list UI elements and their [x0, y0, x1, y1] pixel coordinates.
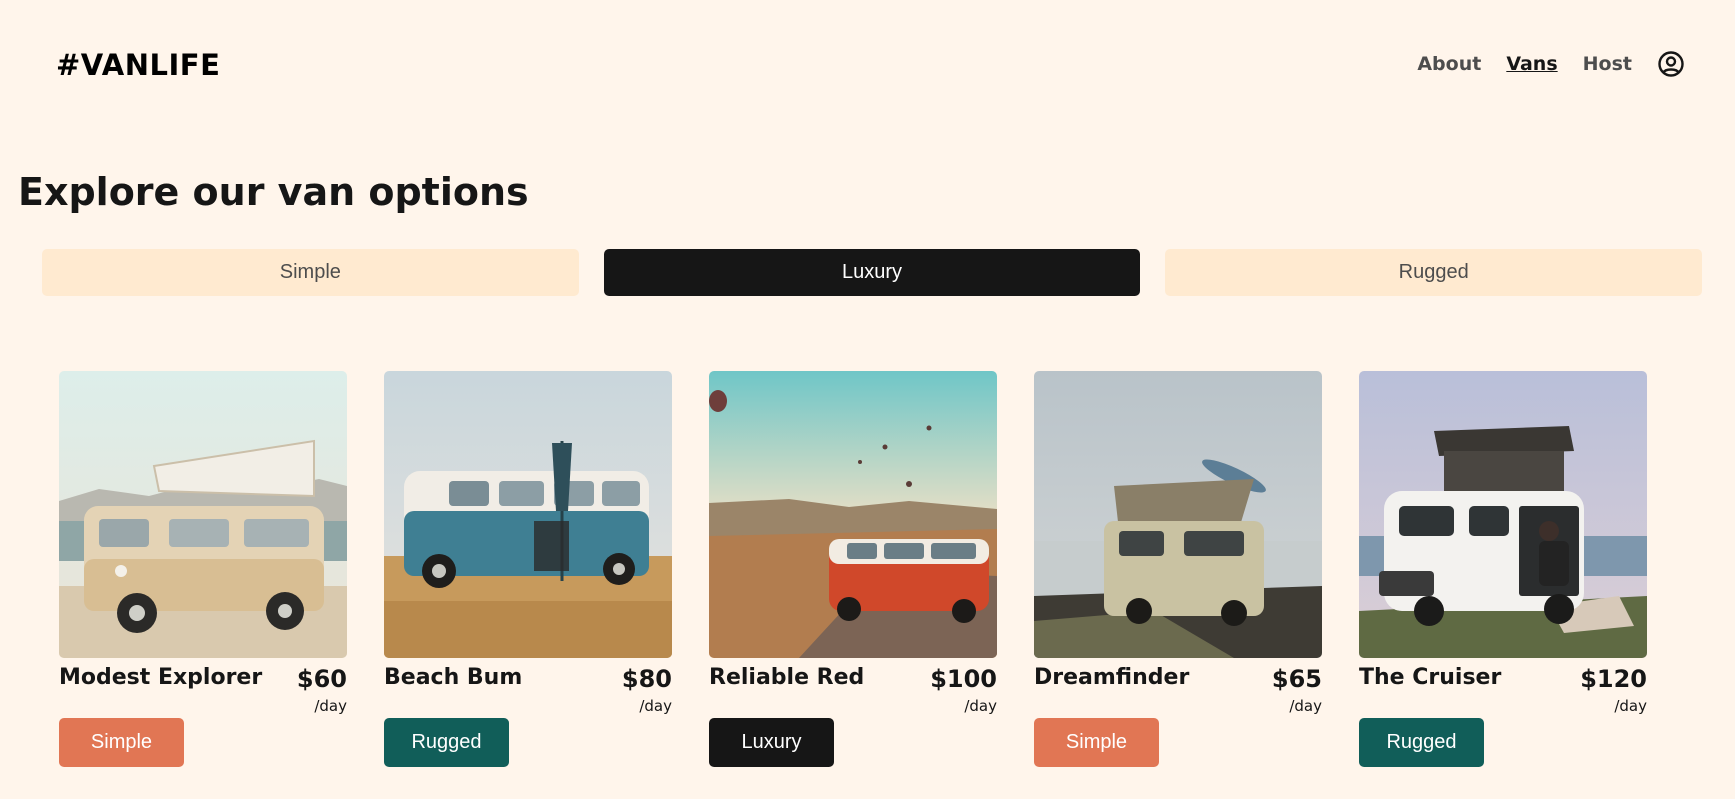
- site-header: #VANLIFE About Vans Host: [0, 0, 1735, 136]
- van-type-badge[interactable]: Simple: [59, 718, 184, 767]
- user-circle-icon: [1658, 51, 1684, 77]
- van-info: Beach Bum $80 /day: [384, 665, 672, 715]
- van-price: $100: [930, 665, 997, 693]
- filter-simple-button[interactable]: Simple: [42, 249, 579, 296]
- van-card[interactable]: Beach Bum $80 /day Rugged: [384, 371, 672, 771]
- van-price-block: $100 /day: [930, 665, 997, 715]
- van-type-badge[interactable]: Rugged: [1359, 718, 1484, 767]
- account-button[interactable]: [1657, 50, 1685, 78]
- price-unit: /day: [964, 697, 997, 715]
- van-card[interactable]: Reliable Red $100 /day Luxury: [709, 371, 997, 771]
- van-name: Reliable Red: [709, 665, 865, 690]
- van-price: $120: [1580, 665, 1647, 693]
- site-logo[interactable]: #VANLIFE: [56, 48, 220, 82]
- van-card[interactable]: The Cruiser $120 /day Rugged: [1359, 371, 1647, 771]
- price-unit: /day: [1289, 697, 1322, 715]
- price-unit: /day: [1614, 697, 1647, 715]
- van-price-block: $60 /day: [297, 665, 347, 715]
- van-photo[interactable]: [1359, 371, 1647, 658]
- nav-link-host[interactable]: Host: [1583, 53, 1632, 75]
- type-filters: Simple Luxury Rugged: [42, 249, 1703, 296]
- van-type-badge[interactable]: Luxury: [709, 718, 834, 767]
- van-price: $65: [1271, 665, 1322, 693]
- van-name: Dreamfinder: [1034, 665, 1190, 690]
- van-info: The Cruiser $120 /day: [1359, 665, 1647, 715]
- van-photo[interactable]: [709, 371, 997, 658]
- van-type-badge[interactable]: Rugged: [384, 718, 509, 767]
- van-price-block: $65 /day: [1272, 665, 1322, 715]
- main-nav: About Vans Host: [1417, 50, 1685, 78]
- van-price-block: $120 /day: [1580, 665, 1647, 715]
- van-photo[interactable]: [59, 371, 347, 658]
- page-title: Explore our van options: [18, 170, 529, 214]
- van-photo[interactable]: [384, 371, 672, 658]
- van-info: Reliable Red $100 /day: [709, 665, 997, 715]
- nav-link-about[interactable]: About: [1417, 53, 1481, 75]
- van-info: Modest Explorer $60 /day: [59, 665, 347, 715]
- van-card[interactable]: Modest Explorer $60 /day Simple: [59, 371, 347, 771]
- price-unit: /day: [314, 697, 347, 715]
- van-type-badge[interactable]: Simple: [1034, 718, 1159, 767]
- filter-luxury-button[interactable]: Luxury: [603, 249, 1141, 296]
- van-name: The Cruiser: [1359, 665, 1502, 690]
- van-info: Dreamfinder $65 /day: [1034, 665, 1322, 715]
- van-price: $60: [296, 665, 347, 693]
- van-price-block: $80 /day: [622, 665, 672, 715]
- van-price: $80: [621, 665, 672, 693]
- price-unit: /day: [639, 697, 672, 715]
- filter-rugged-button[interactable]: Rugged: [1165, 249, 1703, 296]
- van-list: Modest Explorer $60 /day Simple Beach Bu…: [59, 371, 1647, 771]
- van-photo[interactable]: [1034, 371, 1322, 658]
- van-name: Beach Bum: [384, 665, 523, 690]
- nav-link-vans[interactable]: Vans: [1506, 53, 1557, 75]
- van-card[interactable]: Dreamfinder $65 /day Simple: [1034, 371, 1322, 771]
- van-name: Modest Explorer: [59, 665, 263, 690]
